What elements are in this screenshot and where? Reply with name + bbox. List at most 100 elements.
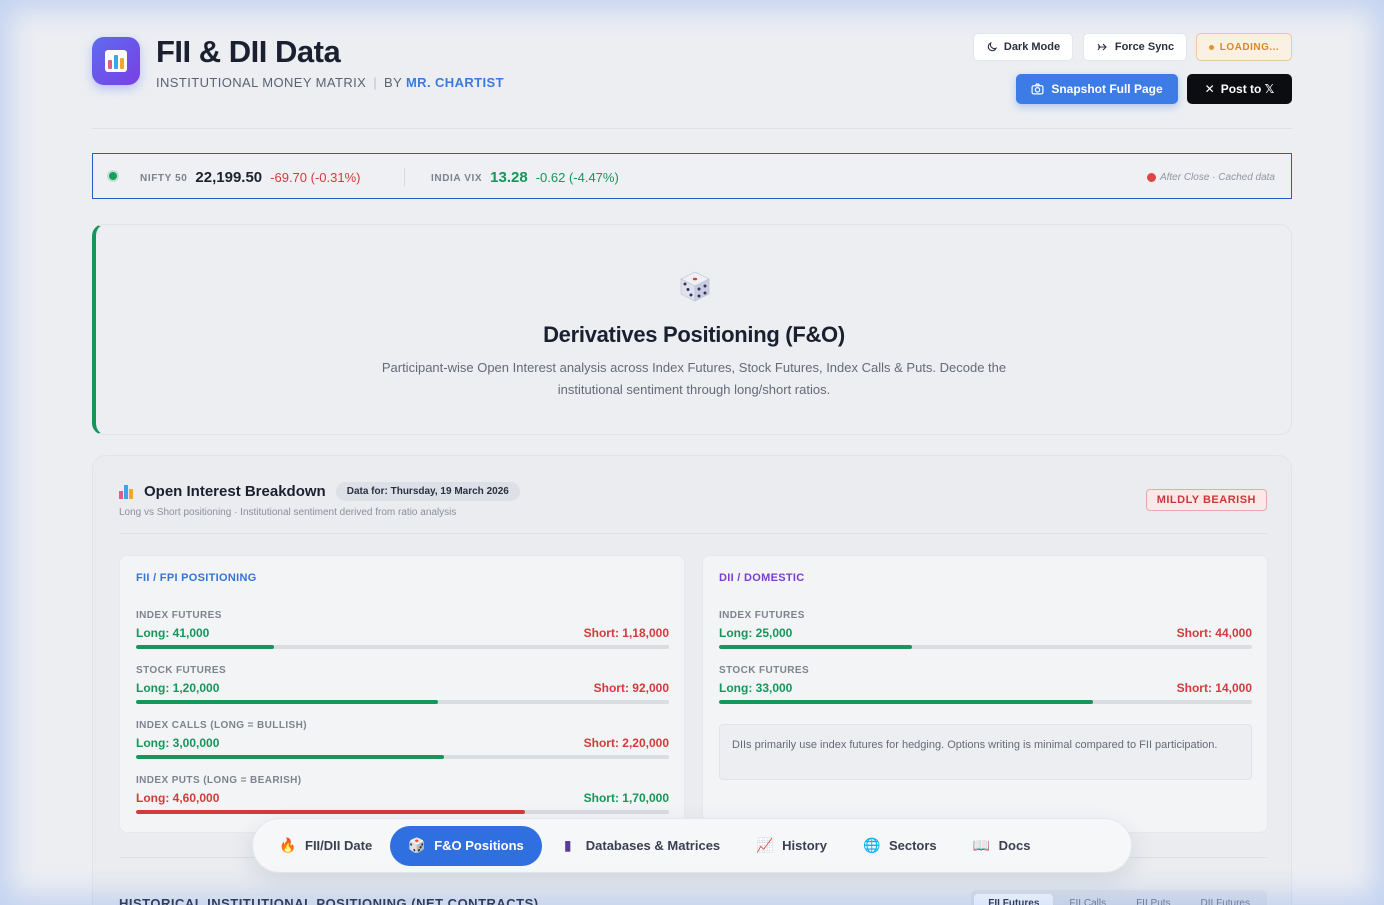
live-dot-icon	[109, 172, 117, 180]
status-dot-icon	[1208, 44, 1214, 50]
fire-icon: 🔥	[279, 837, 297, 854]
short-value: Short: 1,18,000	[583, 626, 669, 640]
dice-icon: 🎲	[408, 837, 426, 854]
subtitle-separator: |	[373, 75, 378, 90]
vix-quote: INDIA VIX 13.28 -0.62 (-4.47%)	[431, 154, 619, 200]
bar-chart-icon	[119, 484, 134, 499]
force-sync-label: Force Sync	[1114, 41, 1175, 53]
app-subtitle: INSTITUTIONAL MONEY MATRIX | BY MR. CHARTI…	[156, 75, 504, 90]
snapshot-label: Snapshot Full Page	[1051, 82, 1163, 96]
long-value: Long: 1,20,000	[136, 681, 220, 695]
nav-item[interactable]: 📈 History	[738, 826, 845, 866]
app-title: FII & DII Data	[156, 34, 341, 69]
long-value: Long: 25,000	[719, 626, 793, 640]
book-icon: 📖	[972, 837, 991, 854]
oi-row-label: INDEX PUTS (LONG = BEARISH)	[136, 775, 302, 786]
dark-mode-button[interactable]: Dark Mode	[973, 33, 1073, 61]
history-tabs: FII Futures FII Calls FII Puts DII Futures	[971, 890, 1267, 905]
oi-row: INDEX FUTURES Long: 41,000 Short: 1,18,000	[136, 610, 669, 649]
oi-row-label: INDEX FUTURES	[136, 610, 222, 621]
oi-row-label: STOCK FUTURES	[136, 665, 227, 676]
nav-item-label: History	[782, 838, 827, 853]
author-link[interactable]: MR. CHARTIST	[406, 75, 504, 90]
nifty-value: 22,199.50	[195, 168, 263, 186]
oi-row-values: Long: 33,000 Short: 14,000	[719, 681, 1252, 695]
oi-row-values: Long: 41,000 Short: 1,18,000	[136, 626, 669, 640]
oi-row: INDEX PUTS (LONG = BEARISH) Long: 4,60,00…	[136, 775, 669, 814]
oi-divider	[119, 533, 1267, 534]
nav-item[interactable]: 🔥 FII/DII Date	[261, 826, 390, 866]
short-value: Short: 92,000	[593, 681, 669, 695]
oi-row: STOCK FUTURES Long: 1,20,000 Short: 92,000	[136, 665, 669, 704]
section-hero: Derivatives Positioning (F&O) Participan…	[92, 224, 1292, 435]
dark-mode-label: Dark Mode	[1003, 41, 1061, 53]
ratio-bar-fill	[136, 755, 444, 759]
header-divider	[92, 128, 1292, 129]
tagline: INSTITUTIONAL MONEY MATRIX	[156, 75, 367, 90]
sentiment-badge: MILDLY BEARISH	[1145, 489, 1267, 511]
long-value: Long: 3,00,000	[136, 736, 220, 750]
vix-label: INDIA VIX	[431, 173, 483, 184]
hero-title: Derivatives Positioning (F&O)	[543, 322, 845, 347]
ratio-bar-fill	[136, 810, 526, 814]
bar-chart-icon	[105, 50, 127, 72]
history-tab[interactable]: FII Calls	[1055, 894, 1120, 905]
ratio-bar	[136, 700, 669, 704]
nav-item[interactable]: 🎲 F&O Positions	[390, 825, 542, 866]
history-tab[interactable]: FII Puts	[1122, 894, 1184, 905]
send-icon	[1097, 43, 1107, 51]
vix-change: -0.62 (-4.47%)	[535, 169, 619, 185]
dii-note: DIIs primarily use index futures for hed…	[719, 724, 1252, 780]
short-value: Short: 1,70,000	[583, 791, 669, 805]
oi-row-values: Long: 25,000 Short: 44,000	[719, 626, 1252, 640]
nav-item[interactable]: 📖 Docs	[955, 826, 1049, 866]
ratio-bar	[719, 700, 1252, 704]
oi-row-values: Long: 4,60,000 Short: 1,70,000	[136, 791, 669, 805]
bottom-navigation: 🔥 FII/DII Date 🎲 F&O Positions ▮ Databases & …	[252, 818, 1132, 873]
nifty-change: -69.70 (-0.31%)	[270, 169, 361, 185]
nav-item-label: Sectors	[888, 838, 937, 853]
oi-row-label: INDEX FUTURES	[719, 610, 805, 621]
dii-card-title: DII / DOMESTIC	[719, 572, 805, 584]
fii-positioning-card: FII / FPI POSITIONING INDEX FUTURES Long:…	[119, 555, 685, 833]
oi-header: Open Interest Breakdown Data for: Thursd…	[119, 482, 520, 501]
dice-icon	[680, 271, 710, 302]
nav-item-label: F&O Positions	[434, 838, 524, 853]
short-value: Short: 2,20,000	[583, 736, 669, 750]
oi-row-label: STOCK FUTURES	[719, 665, 810, 676]
hero-description: Participant-wise Open Interest analysis …	[381, 360, 1007, 397]
fii-card-title: FII / FPI POSITIONING	[136, 572, 257, 584]
loading-status-button[interactable]: LOADING...	[1196, 33, 1292, 61]
ticker-separator	[404, 168, 405, 186]
short-value: Short: 14,000	[1176, 681, 1252, 695]
market-status-text: After Close · Cached data	[1159, 171, 1275, 183]
database-icon: ▮	[563, 837, 572, 854]
long-value: Long: 4,60,000	[136, 791, 220, 805]
nav-item[interactable]: 🌐 Sectors	[845, 826, 955, 866]
oi-row: INDEX CALLS (LONG = BULLISH) Long: 3,00,0…	[136, 720, 669, 759]
post-to-x-label: Post to 𝕏	[1220, 82, 1275, 96]
long-value: Long: 41,000	[136, 626, 210, 640]
x-logo-icon: ✕	[1204, 82, 1215, 96]
long-value: Long: 33,000	[719, 681, 793, 695]
ratio-bar	[719, 645, 1252, 649]
header: FII & DII Data INSTITUTIONAL MONEY MATRI…	[92, 30, 1292, 130]
snapshot-button[interactable]: Snapshot Full Page	[1016, 74, 1178, 104]
post-to-x-button[interactable]: ✕ Post to 𝕏	[1187, 74, 1292, 104]
nav-item[interactable]: ▮ Databases & Matrices	[542, 826, 738, 866]
data-date-chip: Data for: Thursday, 19 March 2026	[335, 482, 520, 501]
ratio-bar-fill	[136, 700, 438, 704]
nifty-label: NIFTY 50	[140, 173, 188, 184]
oi-row-label: INDEX CALLS (LONG = BULLISH)	[136, 720, 307, 731]
ratio-bar-fill	[136, 645, 274, 649]
force-sync-button[interactable]: Force Sync	[1083, 33, 1187, 61]
market-status: After Close · Cached data	[1146, 154, 1275, 200]
loading-label: LOADING...	[1219, 41, 1280, 53]
oi-row: INDEX FUTURES Long: 25,000 Short: 44,000	[719, 610, 1252, 649]
chart-icon: 📈	[756, 837, 774, 854]
history-tab[interactable]: FII Futures	[974, 893, 1054, 905]
nifty-quote: NIFTY 50 22,199.50 -69.70 (-0.31%)	[140, 154, 360, 200]
history-tab[interactable]: DII Futures	[1187, 894, 1264, 905]
oi-row-values: Long: 1,20,000 Short: 92,000	[136, 681, 669, 695]
short-value: Short: 44,000	[1176, 626, 1252, 640]
